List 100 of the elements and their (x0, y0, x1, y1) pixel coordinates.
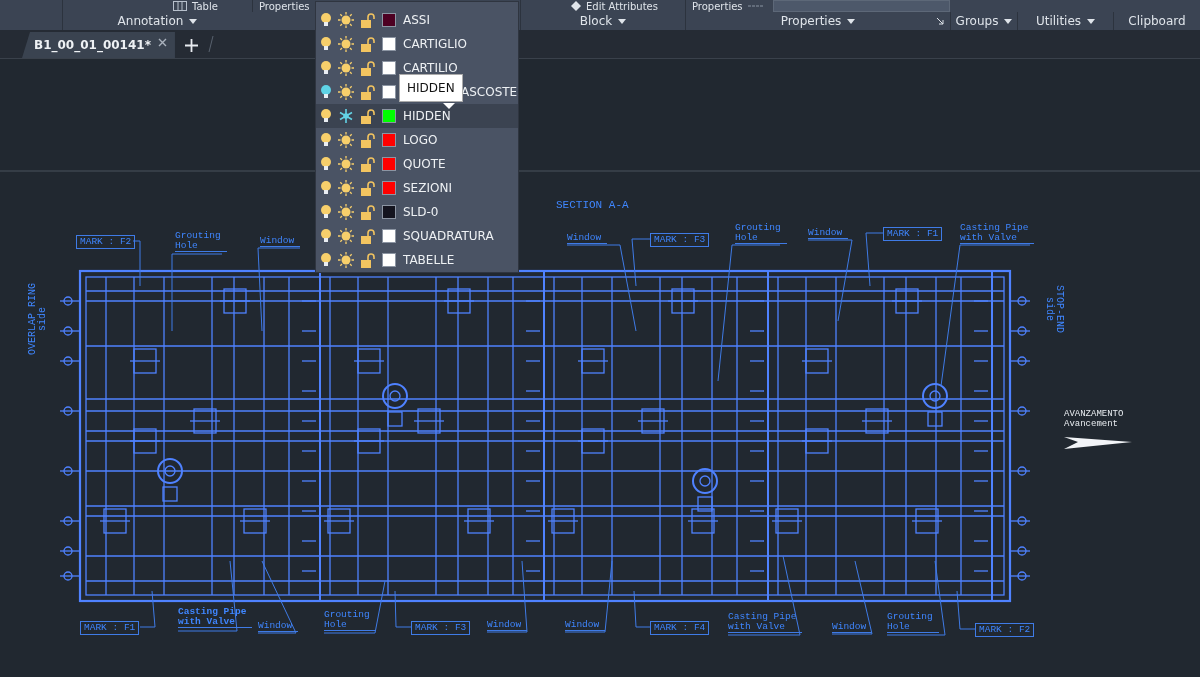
bulb-icon[interactable] (321, 157, 331, 171)
dialog-launcher-icon[interactable] (936, 17, 944, 25)
bulb-icon[interactable] (321, 109, 331, 123)
ribbon-command[interactable]: Edit Attributes (586, 0, 658, 12)
color-swatch[interactable] (382, 85, 396, 99)
layer-name[interactable]: ASCOSTE (461, 85, 518, 99)
snowflake-icon[interactable] (338, 108, 354, 124)
panel-title[interactable]: Annotation (115, 14, 200, 28)
bulb-icon[interactable] (321, 13, 331, 27)
lineweight-icon (747, 3, 764, 9)
unlocked-padlock-icon[interactable] (361, 60, 375, 76)
bulb-icon[interactable] (321, 133, 331, 147)
callout-label: Window (808, 228, 849, 239)
color-swatch[interactable] (382, 253, 396, 267)
table-icon (173, 1, 187, 11)
mark-label: MARK : F3 (411, 621, 471, 635)
callout-label: Grouting Hole (887, 612, 939, 633)
sun-icon[interactable] (338, 228, 354, 244)
ribbon-command[interactable]: Table (192, 0, 218, 12)
bulb-icon[interactable] (321, 37, 331, 51)
bulb-icon[interactable] (321, 229, 331, 243)
layer-name[interactable]: QUOTE (403, 157, 446, 171)
callout-label: Grouting Hole (175, 231, 227, 252)
sun-icon[interactable] (338, 132, 354, 148)
panel-title[interactable]: Block (577, 14, 629, 28)
bulb-icon[interactable] (321, 181, 331, 195)
color-swatch[interactable] (382, 13, 396, 27)
unlocked-padlock-icon[interactable] (361, 180, 375, 196)
diamond-icon (571, 1, 581, 11)
unlocked-padlock-icon[interactable] (361, 156, 375, 172)
sun-icon[interactable] (338, 36, 354, 52)
layer-name[interactable]: ASSI (403, 13, 430, 27)
bulb-icon[interactable] (321, 85, 331, 99)
layer-name[interactable]: CARTILIO (403, 61, 458, 75)
ribbon-command[interactable]: Properties (259, 0, 310, 12)
layer-name[interactable]: SLD-0 (403, 205, 439, 219)
section-title: SECTION A-A (556, 200, 629, 210)
color-swatch[interactable] (382, 37, 396, 51)
layer-name[interactable]: SQUADRATURA (403, 229, 494, 243)
leader-line (394, 590, 412, 628)
mark-label: MARK : F2 (975, 623, 1035, 637)
color-swatch[interactable] (382, 205, 396, 219)
unlocked-padlock-icon[interactable] (361, 36, 375, 52)
panel-title[interactable]: Utilities (1033, 14, 1098, 28)
mark-label: MARK : F2 (76, 235, 136, 249)
leader-line (865, 232, 884, 287)
mark-label: MARK : F4 (650, 621, 710, 635)
close-icon[interactable] (157, 37, 167, 47)
leader-line (633, 590, 651, 628)
mark-label: MARK : F1 (883, 227, 943, 241)
property-field[interactable] (772, 0, 950, 12)
color-swatch[interactable] (382, 133, 396, 147)
callout-label: Window (260, 236, 301, 247)
ribbon-command[interactable]: Properties (692, 0, 743, 12)
tooltip: HIDDEN (399, 74, 463, 102)
mark-label: MARK : F3 (650, 233, 710, 247)
callout-label: Window (567, 233, 608, 244)
layer-name[interactable]: SEZIONI (403, 181, 452, 195)
sun-icon[interactable] (338, 180, 354, 196)
tooltip-pointer-icon (443, 103, 455, 109)
unlocked-padlock-icon[interactable] (361, 12, 375, 28)
new-tab-icon[interactable] (184, 39, 198, 52)
unlocked-padlock-icon[interactable] (361, 252, 375, 268)
color-swatch[interactable] (382, 229, 396, 243)
unlocked-padlock-icon[interactable] (361, 228, 375, 244)
panel-title[interactable]: Groups (953, 14, 1015, 28)
layer-name[interactable]: CARTIGLIO (403, 37, 467, 51)
callout-label: Grouting Hole (735, 223, 787, 244)
leader-line (139, 590, 156, 628)
sun-icon[interactable] (338, 12, 354, 28)
callout-label: Window (832, 622, 873, 633)
sun-icon[interactable] (338, 252, 354, 268)
panel-title[interactable]: Clipboard (1126, 14, 1188, 28)
callout-label: Casting Pipe with Valve (960, 223, 1035, 244)
color-swatch[interactable] (382, 181, 396, 195)
sun-icon[interactable] (338, 60, 354, 76)
color-swatch[interactable] (382, 61, 396, 75)
bulb-icon[interactable] (321, 61, 331, 75)
callout-label: Grouting Hole (324, 610, 376, 631)
unlocked-padlock-icon[interactable] (361, 84, 375, 100)
unlocked-padlock-icon[interactable] (361, 108, 375, 124)
color-swatch[interactable] (382, 109, 396, 123)
layer-name[interactable]: LOGO (403, 133, 438, 147)
sun-icon[interactable] (338, 156, 354, 172)
sun-icon[interactable] (338, 84, 354, 100)
file-tab[interactable]: B1_00_01_00141* (22, 32, 175, 58)
color-swatch[interactable] (382, 157, 396, 171)
mark-label: MARK : F1 (80, 621, 140, 635)
side-label: STOP-END side (1044, 285, 1064, 333)
unlocked-padlock-icon[interactable] (361, 204, 375, 220)
callout-label: Window (565, 620, 606, 631)
layer-name[interactable]: TABELLE (403, 253, 455, 267)
sun-icon[interactable] (338, 204, 354, 220)
callout-label: Window (258, 621, 299, 632)
panel-title[interactable]: Properties (778, 14, 858, 28)
layer-name: HIDDEN (403, 109, 451, 123)
bulb-icon[interactable] (321, 253, 331, 267)
layer-row[interactable]: HIDDEN (316, 104, 518, 128)
unlocked-padlock-icon[interactable] (361, 132, 375, 148)
bulb-icon[interactable] (321, 205, 331, 219)
